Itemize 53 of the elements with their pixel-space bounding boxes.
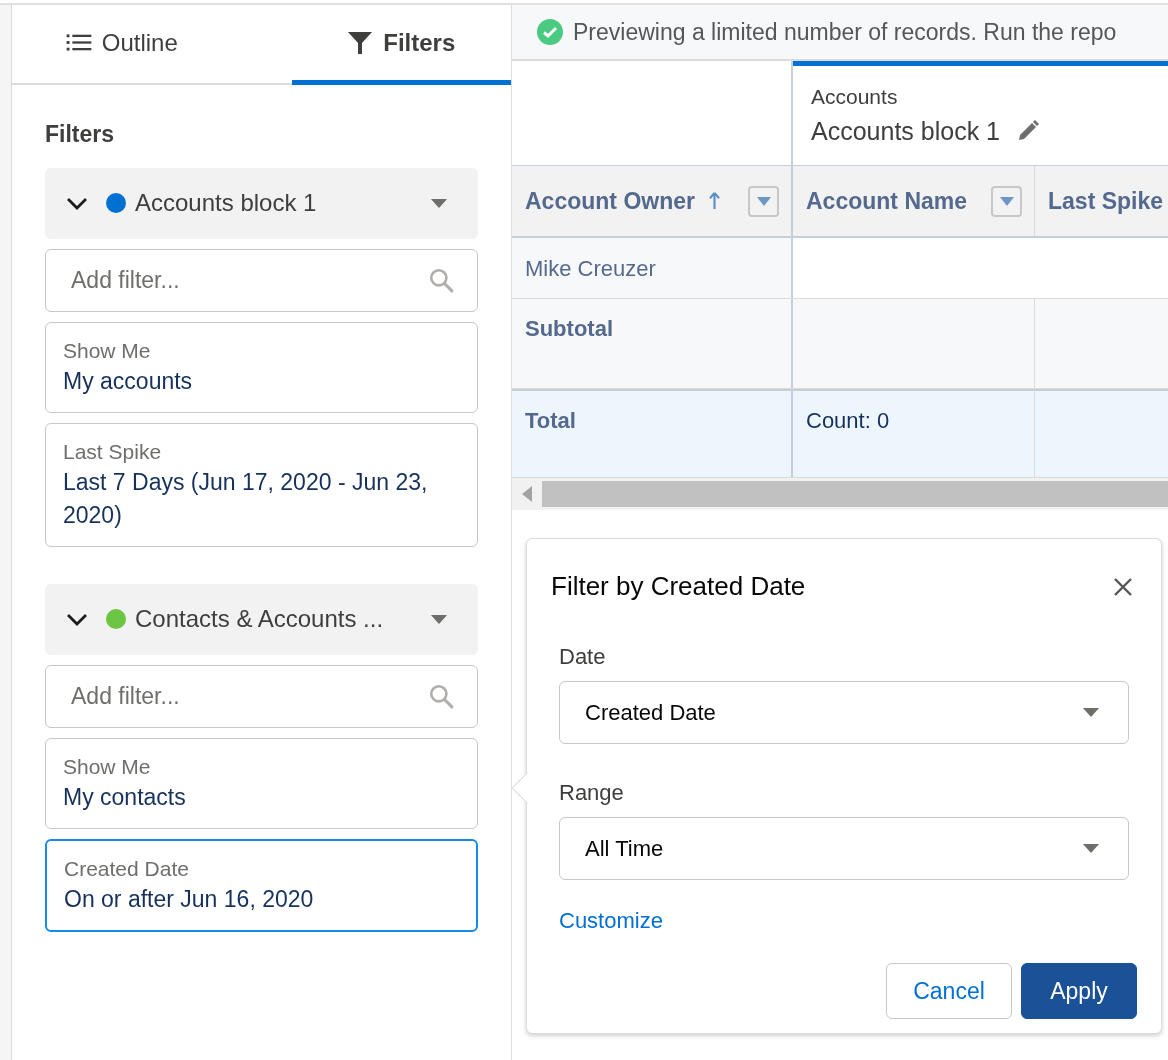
- filter-block-header[interactable]: Contacts & Accounts ...: [45, 583, 478, 655]
- dropdown-caret-icon: [1082, 843, 1100, 854]
- filter-value: My accounts: [63, 366, 194, 396]
- table-cell: Subtotal: [525, 316, 613, 341]
- list-icon: [65, 33, 92, 52]
- block-menu-caret-icon: [430, 197, 448, 209]
- filter-card[interactable]: Created Date On or after Jun 16, 2020: [45, 838, 478, 932]
- banner-text: Previewing a limited number of records. Run the repo: [573, 17, 1117, 47]
- check-circle-icon: [537, 19, 563, 45]
- customize-link[interactable]: Customize: [559, 904, 663, 937]
- apply-button[interactable]: Apply: [1021, 963, 1137, 1019]
- block-menu-caret-icon: [430, 613, 448, 625]
- filter-value: My contacts: [63, 782, 187, 812]
- block-type: Accounts: [811, 84, 899, 110]
- column-menu-button[interactable]: [748, 185, 779, 217]
- popover-title: Filter by Created Date: [551, 570, 806, 603]
- filter-label: Show Me: [63, 753, 152, 780]
- filter-label: Last Spike: [63, 438, 163, 465]
- cancel-button[interactable]: Cancel: [886, 963, 1012, 1019]
- field-label: Range: [559, 779, 625, 807]
- filter-label: Created Date: [64, 855, 190, 882]
- filter-card[interactable]: Show Me My accounts: [45, 321, 478, 413]
- table-cell-text: Mike Creuzer: [525, 254, 656, 283]
- filter-label: Show Me: [63, 337, 152, 364]
- field-label: Date: [559, 643, 607, 671]
- filter-value: Last 7 Days (Jun 17, 2020 - Jun 23, 2020): [63, 467, 429, 530]
- column-menu-button[interactable]: [991, 185, 1022, 217]
- sidebar-tab[interactable]: Outline: [12, 5, 292, 85]
- filter-block-header[interactable]: Accounts block 1: [45, 167, 478, 239]
- column-header[interactable]: Account Owner: [512, 166, 793, 236]
- table-cell: Count: 0: [806, 408, 890, 433]
- filter-card[interactable]: Show Me My contacts: [45, 737, 478, 829]
- column-header[interactable]: Account Name: [793, 166, 1035, 236]
- caret-icon: [999, 196, 1014, 206]
- table-cell: Total: [525, 408, 576, 433]
- filter-icon: [347, 29, 374, 56]
- filter-card[interactable]: Last Spike Last 7 Days (Jun 17, 2020 - Jun 23, 2020): [45, 422, 478, 547]
- block-name: Accounts block 1: [135, 188, 317, 218]
- horizontal-scrollbar[interactable]: [512, 478, 1168, 510]
- search-icon: [428, 682, 454, 709]
- filter-value: On or after Jun 16, 2020: [64, 884, 315, 914]
- select-field[interactable]: Created Date: [559, 681, 1129, 744]
- filters-heading: Filters: [45, 120, 116, 149]
- close-icon[interactable]: [1113, 576, 1133, 597]
- column-header[interactable]: Last Spike: [1035, 166, 1168, 236]
- select-field[interactable]: All Time: [559, 817, 1129, 880]
- add-filter-field[interactable]: Add filter...: [45, 664, 478, 728]
- block-title: Accounts block 1: [811, 115, 1000, 147]
- dropdown-caret-icon: [1082, 707, 1100, 718]
- caret-icon: [756, 196, 771, 206]
- search-icon: [428, 266, 454, 293]
- add-filter-field[interactable]: Add filter...: [45, 248, 478, 312]
- block-name: Contacts & Accounts ...: [135, 604, 384, 634]
